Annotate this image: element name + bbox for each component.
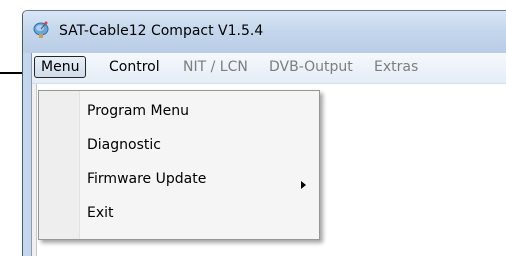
title-bar[interactable]: SAT-Cable12 Compact V1.5.4 [23, 11, 506, 53]
satellite-dish-icon [33, 21, 49, 38]
menu-item-diagnostic[interactable]: Diagnostic [87, 137, 161, 153]
menu-dropdown: Program Menu Diagnostic Firmware Update … [38, 90, 320, 240]
sidebar-strip [32, 84, 37, 256]
menu-nit-lcn[interactable]: NIT / LCN [183, 59, 248, 75]
menu-extras[interactable]: Extras [374, 59, 418, 75]
menu-item-firmware-update[interactable]: Firmware Update [87, 171, 206, 187]
menu-bar: Menu Control NIT / LCN DVB-Output Extras [32, 53, 506, 84]
menu-icon-gutter [39, 91, 80, 239]
submenu-arrow-icon [301, 181, 306, 189]
window-title: SAT-Cable12 Compact V1.5.4 [59, 23, 264, 39]
menu-menu[interactable]: Menu [34, 56, 87, 78]
menu-item-exit[interactable]: Exit [87, 205, 114, 221]
menu-dvb-output[interactable]: DVB-Output [269, 59, 353, 75]
menu-control[interactable]: Control [109, 59, 160, 75]
menu-item-program-menu[interactable]: Program Menu [87, 103, 189, 119]
